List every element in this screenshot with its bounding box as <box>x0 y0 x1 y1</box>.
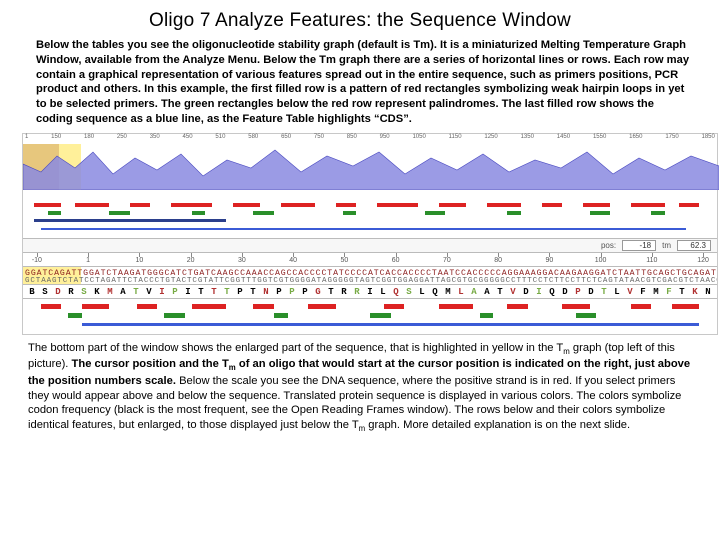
aa-cell: B <box>25 286 39 298</box>
pos-label: pos: <box>601 241 616 250</box>
protein-row: BSDRSKMATVIPITTTPTNPPPGTRRILQSLQMLAATVDI… <box>23 285 717 299</box>
aa-cell: T <box>220 286 234 298</box>
aa-cell: S <box>38 286 52 298</box>
feature-rows-enlarged <box>23 299 717 334</box>
aa-cell: M <box>441 286 455 298</box>
aa-cell: Q <box>389 286 403 298</box>
tm-label: tm <box>662 241 671 250</box>
big-row-cds <box>27 321 713 328</box>
big-row-palindrome <box>27 312 713 319</box>
aa-cell: K <box>90 286 104 298</box>
aa-cell: P <box>168 286 182 298</box>
page-title: Oligo 7 Analyze Features: the Sequence W… <box>22 10 698 32</box>
aa-cell: A <box>480 286 494 298</box>
dna-minus-strand: GCTAAGTCTATCCTAGATTCTACCCTGTACTCGTATTCGG… <box>25 277 715 285</box>
aa-cell: L <box>454 286 468 298</box>
aa-cell: S <box>77 286 91 298</box>
aa-cell: T <box>493 286 507 298</box>
aa-cell: R <box>64 286 78 298</box>
aa-cell: L <box>415 286 429 298</box>
aa-cell: V <box>142 286 156 298</box>
aa-cell: T <box>207 286 221 298</box>
aa-cell: M <box>103 286 117 298</box>
feature-rows-mini <box>23 190 717 239</box>
aa-cell: I <box>155 286 169 298</box>
aa-cell: I <box>181 286 195 298</box>
aa-cell: Q <box>428 286 442 298</box>
aa-cell: D <box>519 286 533 298</box>
aa-cell: D <box>558 286 572 298</box>
aa-cell: K <box>688 286 702 298</box>
aa-cell: S <box>402 286 416 298</box>
outro-paragraph: The bottom part of the window shows the … <box>28 341 692 435</box>
aa-cell: L <box>376 286 390 298</box>
tm-value: 62.3 <box>677 240 711 251</box>
aa-cell: T <box>129 286 143 298</box>
aa-cell: I <box>532 286 546 298</box>
aa-cell: T <box>597 286 611 298</box>
aa-cell: I <box>363 286 377 298</box>
aa-cell: L <box>610 286 624 298</box>
aa-cell: V <box>623 286 637 298</box>
feature-row-cds <box>27 226 713 232</box>
aa-cell: D <box>584 286 598 298</box>
aa-cell: T <box>194 286 208 298</box>
aa-cell: N <box>259 286 273 298</box>
feature-row-empty <box>27 194 713 200</box>
aa-cell: T <box>324 286 338 298</box>
aa-cell: F <box>636 286 650 298</box>
aa-cell: P <box>285 286 299 298</box>
tm-curve <box>23 144 719 190</box>
aa-cell: P <box>298 286 312 298</box>
aa-cell: M <box>649 286 663 298</box>
pos-value: -18 <box>622 240 656 251</box>
aa-cell: R <box>337 286 351 298</box>
feature-row-primer <box>27 218 713 224</box>
aa-cell: N <box>701 286 715 298</box>
aa-cell: R <box>350 286 364 298</box>
aa-cell: G <box>311 286 325 298</box>
aa-cell: T <box>675 286 689 298</box>
feature-row-palindrome <box>27 210 713 216</box>
tm-graph: 1150180250350450510580650750850950105011… <box>23 134 717 190</box>
cursor-readout: pos: -18 tm 62.3 <box>23 239 717 253</box>
aa-cell: P <box>272 286 286 298</box>
aa-cell: D <box>51 286 65 298</box>
feature-row-hairpin <box>27 202 713 208</box>
position-scale: -101102030405060708090100110120 <box>23 253 717 267</box>
aa-cell: P <box>233 286 247 298</box>
aa-cell: F <box>662 286 676 298</box>
intro-paragraph: Below the tables you see the oligonucleo… <box>36 38 692 127</box>
aa-cell: T <box>246 286 260 298</box>
aa-cell: P <box>571 286 585 298</box>
dna-sequence-row: GGATCAGATTGGATCTAAGATGGGCATCTGATCAAGCCAA… <box>23 267 717 285</box>
aa-cell: Q <box>545 286 559 298</box>
sequence-window-screenshot: 1150180250350450510580650750850950105011… <box>22 133 718 335</box>
tm-ruler: 1150180250350450510580650750850950105011… <box>23 134 717 144</box>
big-row-hairpin <box>27 303 713 310</box>
aa-cell: A <box>116 286 130 298</box>
aa-cell: V <box>506 286 520 298</box>
aa-cell: A <box>467 286 481 298</box>
